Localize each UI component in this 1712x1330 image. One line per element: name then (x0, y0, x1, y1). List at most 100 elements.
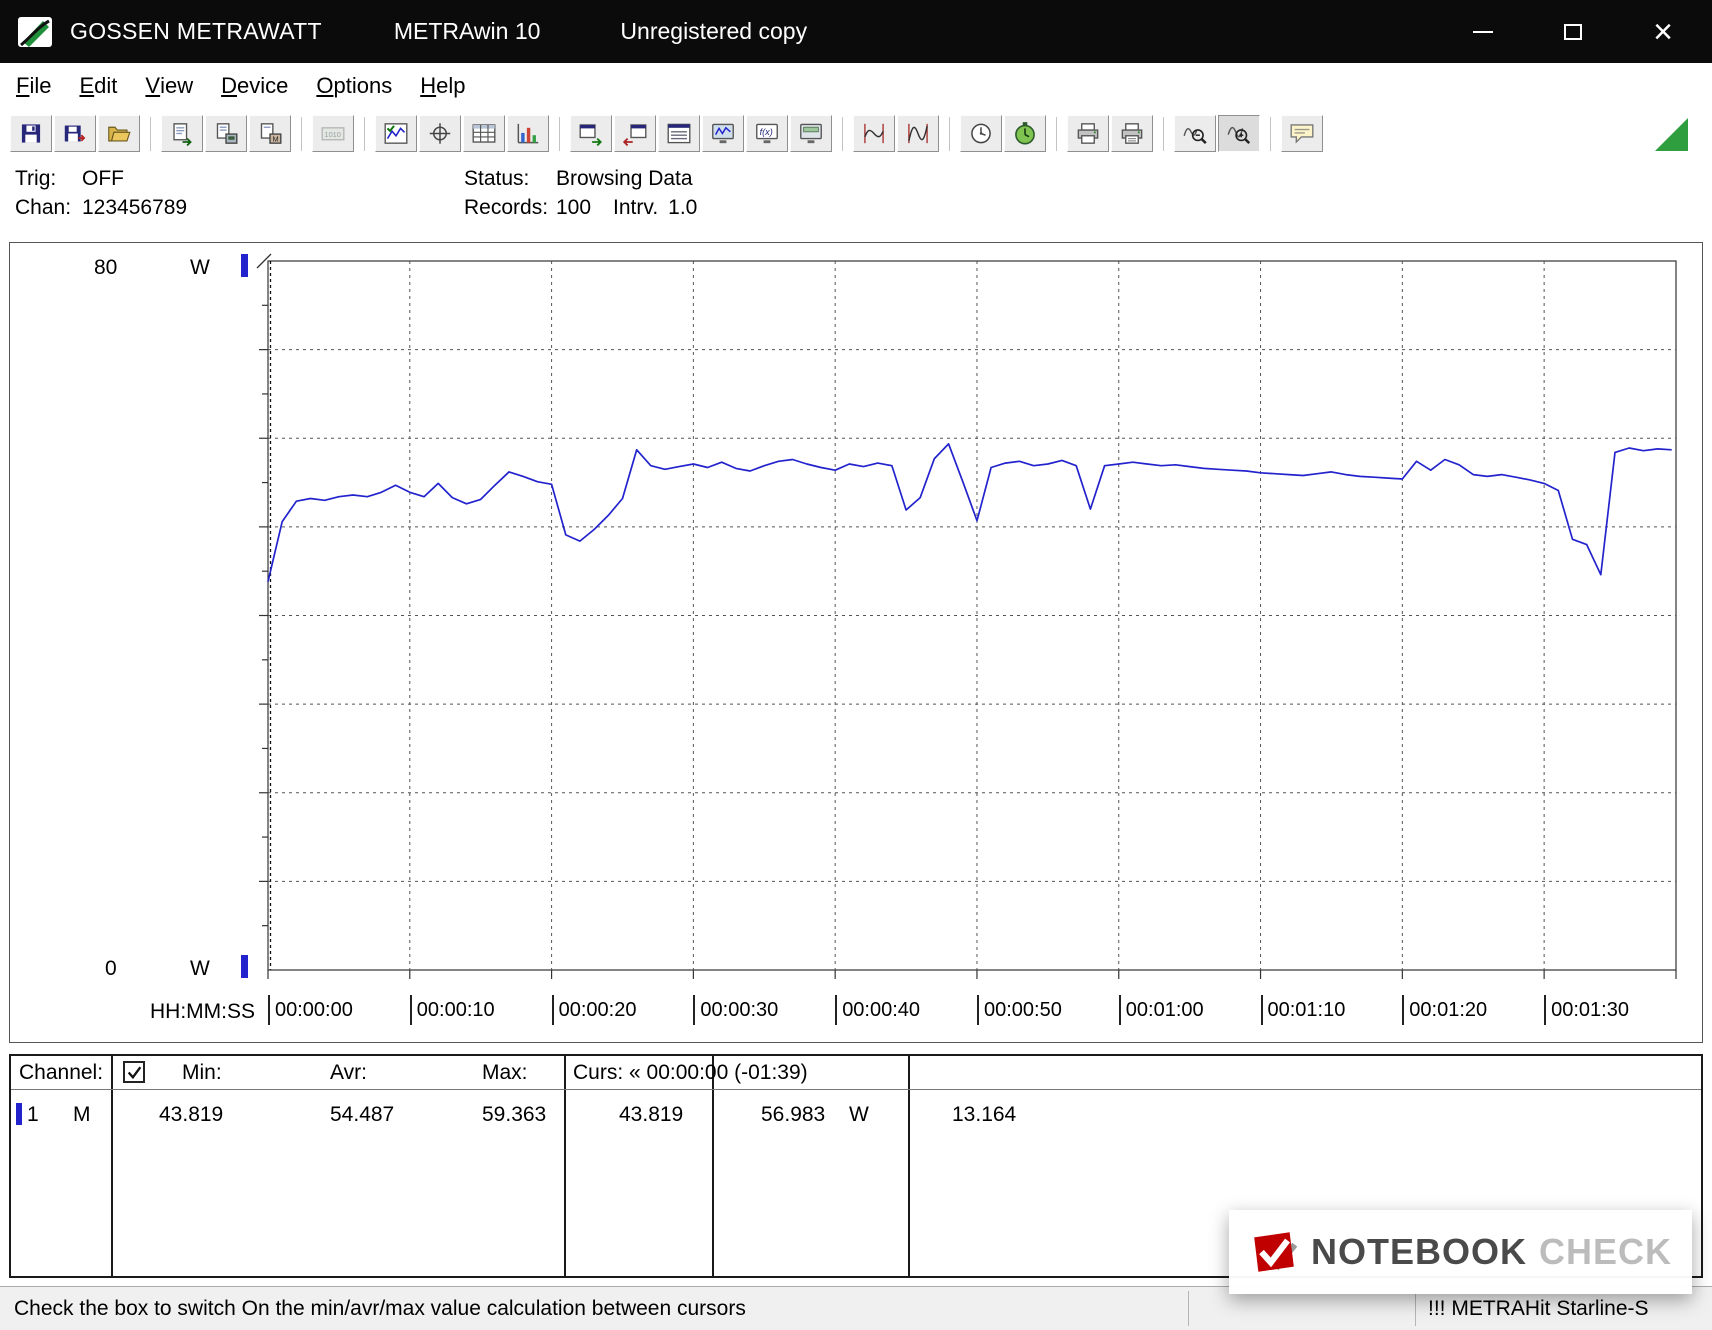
watermark-text-bold: NOTEBOOK (1310, 1231, 1527, 1272)
printer-lines-icon (1121, 123, 1143, 144)
menu-device[interactable]: Device (207, 63, 302, 109)
toolbar-separator (949, 116, 950, 151)
channel-mode: M (73, 1103, 91, 1126)
toolbar-separator (1056, 116, 1057, 151)
menu-bar: File Edit View Device Options Help (0, 63, 1712, 109)
printer-icon (1077, 123, 1099, 144)
channel-list-button[interactable] (658, 115, 700, 152)
annotation-button[interactable] (1281, 115, 1323, 152)
status-label: Status: (464, 167, 530, 190)
window-out-icon (579, 124, 602, 146)
save-data-button[interactable] (54, 115, 96, 152)
zoom-wave-out-icon (1183, 128, 1207, 145)
interval-label: Intrv. (613, 196, 659, 219)
timer-green-icon (1015, 122, 1035, 145)
title-bar: GOSSEN METRAWATT METRAwin 10 Unregistere… (0, 0, 1712, 63)
maximize-button[interactable] (1550, 11, 1596, 53)
crosshair-icon (429, 123, 451, 144)
timer-button[interactable] (1004, 115, 1046, 152)
scope-view-button[interactable] (419, 115, 461, 152)
notebookcheck-watermark: NOTEBOOK CHECK (1228, 1210, 1692, 1294)
wave-small-icon (864, 123, 884, 144)
device-monitor-button[interactable] (790, 115, 832, 152)
svg-text:1010: 1010 (324, 130, 340, 139)
monitor-button[interactable] (702, 115, 744, 152)
wave-expand-button[interactable] (897, 115, 939, 152)
list-window-icon (667, 123, 691, 144)
print-button[interactable] (1067, 115, 1109, 152)
x-tick-label: 00:01:20 (1402, 995, 1487, 1025)
open-button[interactable] (98, 115, 140, 152)
toolbar-separator (1163, 116, 1164, 151)
menu-help[interactable]: Help (406, 63, 479, 109)
menu-edit[interactable]: Edit (65, 63, 131, 109)
close-button[interactable]: × (1640, 11, 1686, 53)
toolbar: M 1010 f(x) (0, 109, 1712, 158)
chan-line: Chan: 123456789 (15, 194, 187, 222)
lcd-display-button[interactable]: 1010 (312, 115, 354, 152)
device-monitor-icon (800, 123, 822, 144)
window-export-button[interactable] (570, 115, 612, 152)
menu-options[interactable]: Options (302, 63, 406, 109)
meter-button[interactable] (960, 115, 1002, 152)
trig-label: Trig: (15, 167, 57, 190)
channel-row-marker (16, 1103, 22, 1125)
trig-value: OFF (82, 167, 124, 190)
fx-monitor-icon: f(x) (756, 123, 778, 144)
graph-check-icon (384, 123, 408, 144)
maximize-icon (1564, 23, 1582, 40)
app-title: METRAwin 10 (393, 18, 541, 44)
status-hint: Check the box to switch On the min/avr/m… (14, 1296, 746, 1320)
max-value: 59.363 (482, 1103, 547, 1126)
toolbar-separator (301, 116, 302, 151)
channel-col-header: Channel: (19, 1061, 104, 1084)
lcd-icon: 1010 (321, 127, 345, 141)
cursor-delta-value: 13.164 (952, 1103, 1017, 1126)
save-arrow-icon (64, 125, 86, 142)
toolbar-separator (559, 116, 560, 151)
y-axis-min-label: 0 (105, 957, 117, 980)
cursor-unit: W (849, 1103, 869, 1126)
menu-view[interactable]: View (131, 63, 207, 109)
trend-view-button[interactable] (375, 115, 417, 152)
export-doc-button[interactable] (161, 115, 203, 152)
minmax-checkbox[interactable] (123, 1061, 145, 1083)
x-tick-label: 00:00:10 (409, 995, 495, 1025)
window-controls: × (1460, 11, 1712, 53)
save-button[interactable] (10, 115, 52, 152)
checkmark-icon (127, 1065, 141, 1079)
table-view-button[interactable] (463, 115, 505, 152)
x-tick-label: 00:01:30 (1544, 995, 1629, 1025)
zoom-out-button[interactable] (1174, 115, 1216, 152)
trend-chart: 80 W 0 W HH:MM:SS 00:00:00 00:00:10 00:00:… (9, 242, 1703, 1043)
bar-graph-icon (517, 123, 539, 144)
doc-device-icon (216, 123, 238, 144)
minimize-button[interactable] (1460, 11, 1506, 53)
transfer-device-button[interactable] (205, 115, 247, 152)
zoom-in-button[interactable] (1218, 115, 1260, 152)
menu-file[interactable]: File (2, 63, 65, 109)
license-label: Unregistered copy (620, 18, 808, 44)
status-value: Browsing Data (556, 167, 693, 190)
interval-value: 1.0 (668, 196, 698, 219)
x-tick-label: 00:00:40 (835, 995, 920, 1025)
app-logo-icon (18, 16, 52, 47)
wave-large-icon (908, 123, 928, 144)
min-col-header: Min: (182, 1061, 222, 1084)
print-preview-button[interactable] (1111, 115, 1153, 152)
watermark-text-light: CHECK (1538, 1231, 1672, 1272)
formula-button[interactable]: f(x) (746, 115, 788, 152)
max-col-header: Max: (482, 1061, 528, 1084)
window-in-icon (622, 124, 647, 146)
window-import-button[interactable] (614, 115, 656, 152)
doc-arrow-icon (173, 123, 192, 146)
svg-text:M: M (273, 134, 279, 143)
channel-number: 1 (27, 1103, 39, 1126)
chan-label: Chan: (15, 196, 72, 219)
folder-open-icon (108, 126, 131, 142)
y-axis-unit-bottom: W (190, 957, 210, 980)
chart-plot-area[interactable] (10, 243, 1702, 1042)
transfer-memory-button[interactable]: M (249, 115, 291, 152)
bargraph-view-button[interactable] (507, 115, 549, 152)
wave-compress-button[interactable] (853, 115, 895, 152)
